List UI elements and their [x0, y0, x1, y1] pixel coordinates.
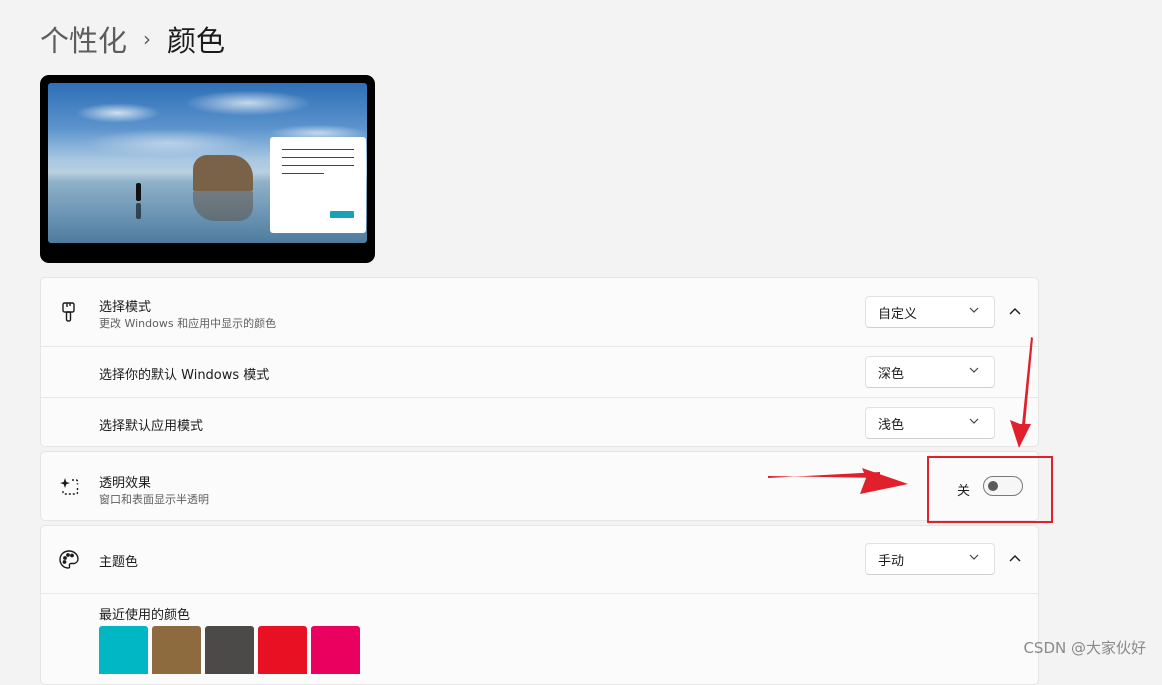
watermark: CSDN @大家伙好	[1023, 639, 1146, 657]
mode-title: 选择模式	[99, 300, 152, 315]
transparency-title: 透明效果	[99, 476, 152, 491]
recent-colors-label: 最近使用的颜色	[99, 608, 191, 623]
transparency-subtitle: 窗口和表面显示半透明	[99, 493, 209, 506]
breadcrumb: 个性化 › 颜色	[40, 18, 225, 60]
breadcrumb-separator: ›	[143, 27, 152, 51]
paintbrush-icon	[57, 300, 81, 324]
preview-line	[282, 173, 324, 174]
color-swatch[interactable]	[99, 626, 148, 674]
windows-mode-row: 选择你的默认 Windows 模式 深色	[41, 346, 1038, 397]
windows-mode-value: 深色	[878, 366, 905, 382]
preview-rock	[193, 155, 253, 191]
annotation-highlight-box	[927, 456, 1053, 523]
palette-icon	[57, 548, 81, 572]
chevron-down-icon	[968, 551, 980, 563]
chevron-down-icon	[968, 304, 980, 316]
chevron-down-icon	[968, 415, 980, 427]
app-mode-dropdown[interactable]: 浅色	[865, 407, 995, 439]
page-title: 颜色	[167, 24, 226, 58]
chevron-down-icon	[968, 364, 980, 376]
app-mode-value: 浅色	[878, 417, 905, 433]
theme-preview	[40, 75, 375, 263]
app-mode-row: 选择默认应用模式 浅色	[41, 397, 1038, 446]
app-mode-label: 选择默认应用模式	[99, 419, 204, 434]
preview-window	[270, 137, 366, 233]
color-swatch[interactable]	[311, 626, 360, 674]
recent-colors	[99, 626, 360, 674]
accent-dropdown[interactable]: 手动	[865, 543, 995, 575]
preview-runner-reflection	[136, 203, 141, 219]
preview-line	[282, 149, 354, 150]
color-swatch[interactable]	[152, 626, 201, 674]
mode-dropdown[interactable]: 自定义	[865, 296, 995, 328]
color-swatch[interactable]	[258, 626, 307, 674]
chevron-up-icon[interactable]	[1005, 302, 1025, 322]
breadcrumb-parent[interactable]: 个性化	[40, 18, 127, 60]
recent-colors-row: 最近使用的颜色	[41, 593, 1038, 684]
mode-subtitle: 更改 Windows 和应用中显示的颜色	[99, 317, 277, 330]
preview-line	[282, 165, 354, 166]
mode-card: 选择模式 更改 Windows 和应用中显示的颜色 自定义 选择你的默认 Win…	[40, 277, 1039, 447]
accent-header-row[interactable]: 主题色 手动	[41, 526, 1038, 593]
preview-rock-reflection	[193, 191, 253, 221]
mode-dropdown-value: 自定义	[878, 306, 918, 322]
color-swatch[interactable]	[205, 626, 254, 674]
transparency-row: 透明效果 窗口和表面显示半透明 关	[41, 452, 1038, 520]
preview-runner	[136, 183, 141, 201]
preview-line	[282, 157, 354, 158]
sparkle-selection-icon	[57, 475, 81, 499]
windows-mode-label: 选择你的默认 Windows 模式	[99, 368, 270, 383]
transparency-card: 透明效果 窗口和表面显示半透明 关	[40, 451, 1039, 521]
preview-wallpaper	[48, 83, 367, 243]
accent-dropdown-value: 手动	[878, 553, 905, 569]
accent-title: 主题色	[99, 555, 139, 570]
mode-header-row[interactable]: 选择模式 更改 Windows 和应用中显示的颜色 自定义	[41, 278, 1038, 346]
accent-card: 主题色 手动 最近使用的颜色	[40, 525, 1039, 685]
chevron-up-icon[interactable]	[1005, 549, 1025, 569]
windows-mode-dropdown[interactable]: 深色	[865, 356, 995, 388]
preview-accent-button	[330, 211, 354, 218]
